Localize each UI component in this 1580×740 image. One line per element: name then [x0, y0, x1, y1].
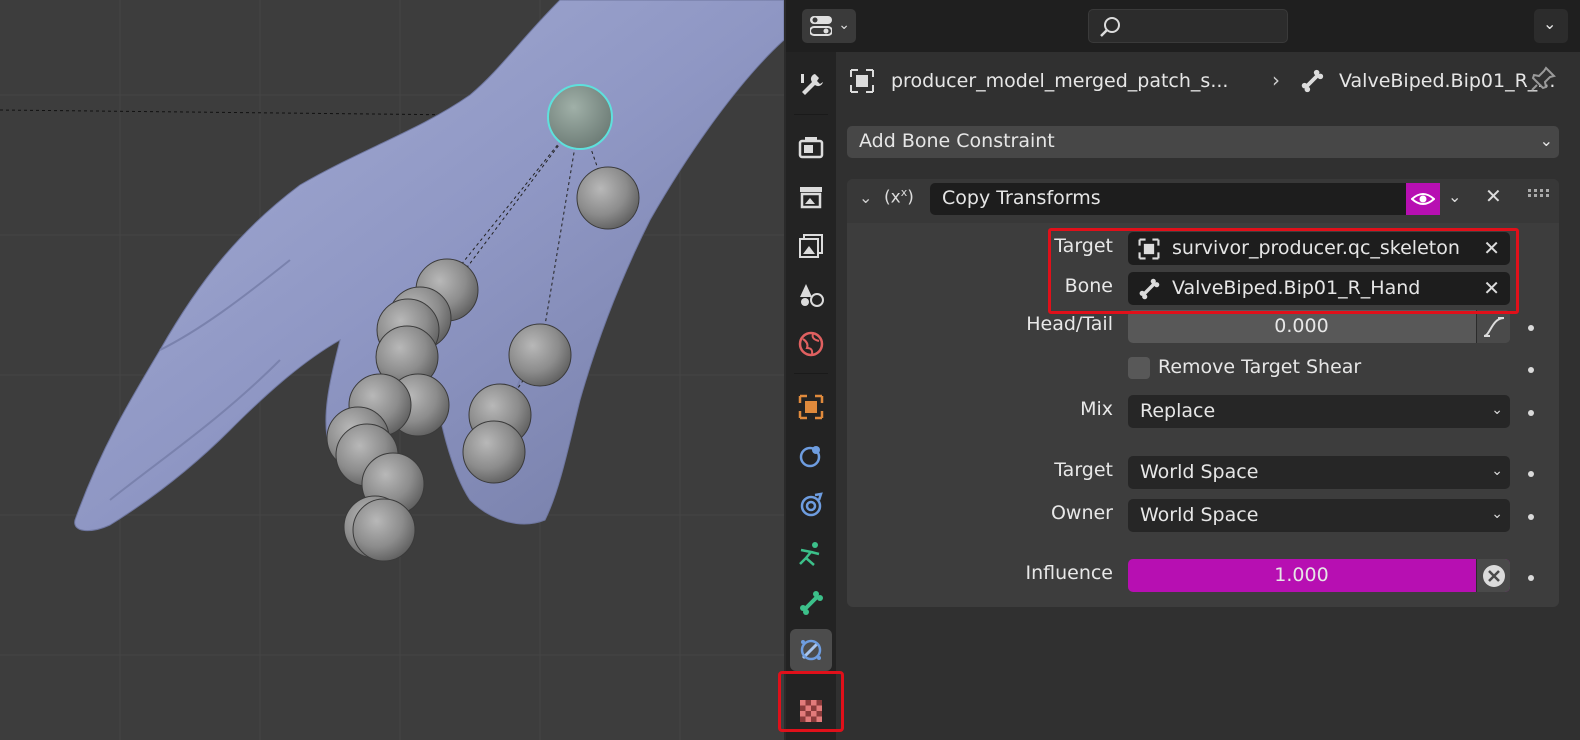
- keyframe-dot-icon[interactable]: [1528, 367, 1534, 373]
- tab-modifier[interactable]: [790, 435, 832, 477]
- breadcrumb-object-name: producer_model_merged_patch_s...: [891, 70, 1229, 92]
- 3d-viewport[interactable]: [0, 0, 784, 740]
- tab-bone-constraints[interactable]: [790, 629, 832, 671]
- keyframe-dot-icon[interactable]: [1528, 410, 1534, 416]
- properties-editor: ⌄ ⌄ producer_model_merged_patch_s... › V…: [778, 0, 1580, 740]
- chevron-down-icon: ⌄: [1543, 14, 1557, 33]
- scene-icon: [800, 284, 824, 307]
- object-icon: [850, 69, 874, 93]
- tab-tool[interactable]: [790, 64, 832, 106]
- viewport-scene: [0, 0, 784, 740]
- pin-icon[interactable]: [1528, 64, 1558, 94]
- mix-value: Replace: [1140, 400, 1216, 422]
- constraint-menu-chevron-icon[interactable]: ⌄: [1448, 187, 1461, 206]
- breadcrumb-bone-name: ValveBiped.Bip01_R_...: [1339, 70, 1556, 92]
- constraint-name: Copy Transforms: [942, 187, 1101, 209]
- remove-target-shear-checkbox[interactable]: [1128, 357, 1150, 379]
- keyframe-dot-icon[interactable]: [1528, 325, 1534, 331]
- tab-physics[interactable]: [790, 484, 832, 526]
- world-icon: [798, 331, 824, 357]
- disable-keep-transform-button[interactable]: [1476, 559, 1510, 592]
- properties-tabs: [778, 52, 844, 740]
- mix-dropdown[interactable]: Replace ⌄: [1128, 395, 1510, 428]
- headtail-value: 0.000: [1274, 315, 1329, 337]
- output-icon: [800, 187, 822, 209]
- render-icon: [798, 137, 824, 159]
- tab-bone[interactable]: [790, 582, 832, 624]
- physics-icon: [800, 492, 823, 517]
- tool-icon: [801, 74, 823, 95]
- tab-scene[interactable]: [790, 274, 832, 316]
- tab-render[interactable]: [790, 127, 832, 169]
- influence-label: Influence: [1025, 562, 1113, 584]
- object-icon: [798, 394, 824, 420]
- target-space-value: World Space: [1140, 461, 1259, 483]
- editor-type-button[interactable]: ⌄: [802, 9, 856, 43]
- view-layer-icon: [799, 234, 823, 258]
- bone-constraint-icon: [800, 639, 822, 661]
- remove-target-shear-label[interactable]: Remove Target Shear: [1158, 356, 1361, 378]
- constraint-header[interactable]: ⌄ (xx) Copy Transforms ⌄ ✕: [847, 179, 1559, 223]
- add-bone-constraint-label: Add Bone Constraint: [859, 130, 1055, 152]
- visibility-toggle[interactable]: [1406, 183, 1440, 215]
- bone-icon: [1301, 69, 1324, 93]
- keyframe-dot-icon[interactable]: [1528, 514, 1534, 520]
- delete-constraint-icon[interactable]: ✕: [1485, 184, 1502, 208]
- add-bone-constraint-dropdown[interactable]: Add Bone Constraint ⌄: [847, 126, 1559, 158]
- headtail-slider[interactable]: 0.000: [1128, 310, 1510, 343]
- chevron-down-icon: ⌄: [1491, 506, 1503, 522]
- chevron-down-icon: ⌄: [1491, 463, 1503, 479]
- constraint-name-field[interactable]: Copy Transforms: [930, 183, 1406, 215]
- options-dropdown[interactable]: ⌄: [1534, 9, 1568, 43]
- mix-label: Mix: [1080, 398, 1113, 420]
- modifier-icon: [799, 446, 821, 468]
- target-space-dropdown[interactable]: World Space ⌄: [1128, 456, 1510, 489]
- copy-transforms-icon: (xx): [884, 186, 914, 208]
- influence-value: 1.000: [1274, 564, 1329, 586]
- influence-slider[interactable]: 1.000: [1128, 559, 1510, 592]
- tab-object-data[interactable]: [790, 533, 832, 575]
- keyframe-dot-icon[interactable]: [1528, 575, 1534, 581]
- headtail-label: Head/Tail: [1026, 313, 1113, 335]
- properties-header: ⌄ ⌄: [786, 0, 1580, 52]
- owner-space-value: World Space: [1140, 504, 1259, 526]
- tab-world[interactable]: [790, 323, 832, 365]
- search-field[interactable]: [1088, 9, 1288, 43]
- tab-object[interactable]: [790, 386, 832, 428]
- bone-icon: [800, 591, 823, 615]
- drag-grip-icon[interactable]: [1527, 187, 1549, 199]
- collapse-chevron-icon[interactable]: ⌄: [859, 188, 872, 207]
- tab-view-layer[interactable]: [790, 225, 832, 267]
- chevron-down-icon: ⌄: [838, 17, 850, 33]
- editor-type-icon: [810, 16, 832, 36]
- selected-bone: [547, 84, 613, 150]
- keyframe-dot-icon[interactable]: [1528, 471, 1534, 477]
- tab-separator: [794, 373, 828, 374]
- highlight-box: [1048, 228, 1519, 314]
- owner-space-label: Owner: [1050, 502, 1113, 524]
- tab-separator: [794, 114, 828, 115]
- eye-icon: [1411, 193, 1435, 205]
- breadcrumb-separator-icon: ›: [1272, 68, 1280, 92]
- follow-bbone-toggle[interactable]: [1476, 310, 1510, 343]
- close-circle-icon: [1482, 564, 1505, 587]
- owner-space-dropdown[interactable]: World Space ⌄: [1128, 499, 1510, 532]
- chevron-down-icon: ⌄: [1539, 131, 1553, 150]
- breadcrumb-object[interactable]: producer_model_merged_patch_s...: [848, 66, 1228, 96]
- tab-output[interactable]: [790, 176, 832, 218]
- chevron-down-icon: ⌄: [1491, 402, 1503, 418]
- curve-icon: [1483, 316, 1504, 337]
- target-space-label: Target: [1054, 459, 1113, 481]
- object-data-icon: [799, 542, 820, 566]
- search-icon: [1100, 17, 1120, 37]
- bone-constraints-panel: producer_model_merged_patch_s... › Valve…: [836, 52, 1580, 740]
- breadcrumb-bone[interactable]: ValveBiped.Bip01_R_...: [1299, 66, 1555, 96]
- highlight-box: [778, 671, 844, 732]
